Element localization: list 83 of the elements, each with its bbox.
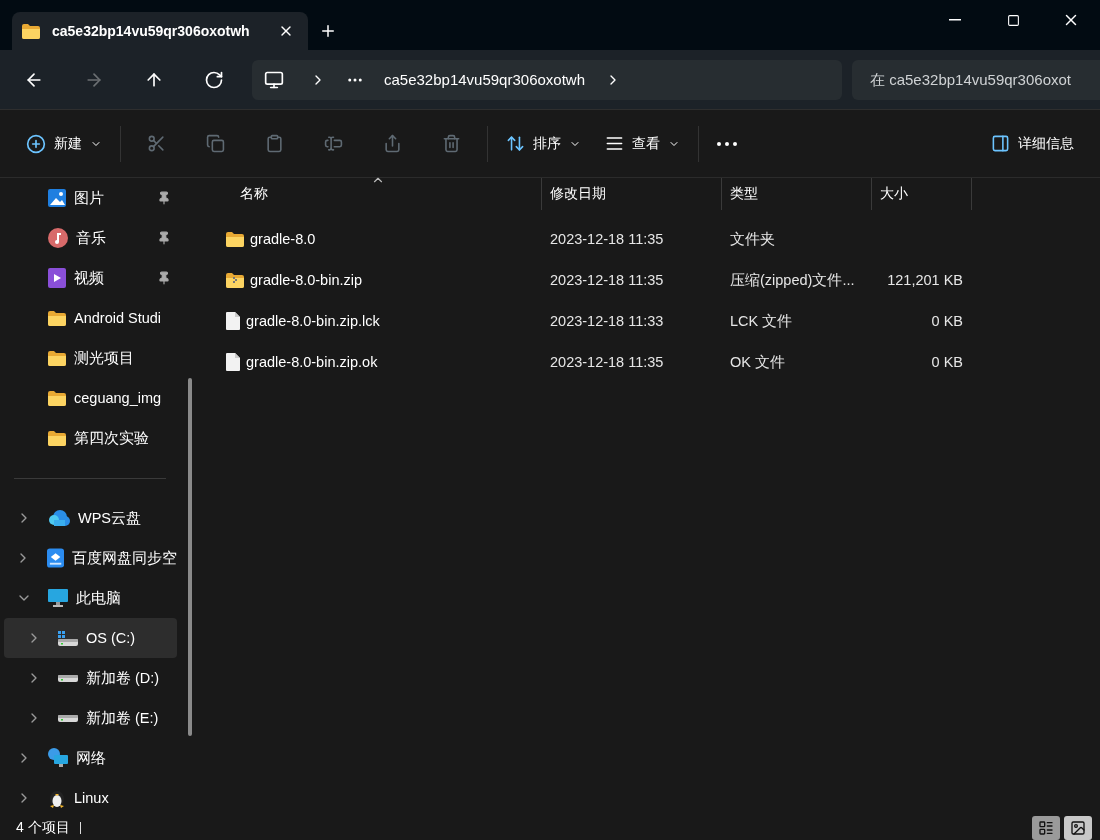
column-header[interactable]: 大小 (872, 178, 972, 210)
type-cell-text: 压缩(zipped)文件... (729, 270, 856, 290)
scissors-icon (147, 134, 166, 153)
system-drive-icon (58, 630, 78, 646)
details-button[interactable]: 详细信息 (979, 123, 1086, 164)
sort-icon (506, 134, 525, 153)
monitor-icon (264, 69, 284, 90)
file-name[interactable]: gradle-8.0-bin.zip.ok (246, 354, 378, 370)
sidebar-item[interactable]: 新加卷 (D:) (4, 658, 177, 698)
file-name[interactable]: gradle-8.0-bin.zip.lck (246, 313, 380, 329)
sidebar-item[interactable]: ceguang_img (4, 378, 177, 418)
file-name[interactable]: gradle-8.0 (250, 231, 316, 247)
column-header[interactable]: 类型 (722, 178, 872, 210)
details-view-button[interactable] (1032, 815, 1060, 840)
date-cell-text: 2023-12-18 11:35 (549, 354, 665, 370)
plus-circle-icon (26, 133, 46, 154)
folder-icon (48, 310, 66, 326)
plus-icon (319, 22, 337, 40)
penguin-icon (48, 788, 66, 808)
size-cell-text: 0 KB (930, 354, 964, 370)
tiles-view-button[interactable] (1064, 815, 1092, 840)
trash-icon (442, 134, 461, 153)
panel-icon (991, 134, 1010, 153)
network-icon (48, 748, 68, 768)
date-cell-text: 2023-12-18 11:35 (549, 231, 665, 247)
cloud-drive-icon (46, 548, 64, 568)
sidebar-item[interactable]: 图片 (4, 178, 177, 218)
maximize-icon (1006, 13, 1020, 27)
sidebar-item[interactable]: 此电脑 (4, 578, 177, 618)
minimize-icon (949, 19, 961, 21)
sort-button[interactable]: 排序 (494, 123, 593, 164)
sidebar-item[interactable]: WPS云盘 (4, 498, 177, 538)
rename-icon (324, 134, 343, 153)
sidebar-item[interactable]: 视频 (4, 258, 177, 298)
tab[interactable]: ca5e32bp14vu59qr306oxotwh (12, 12, 308, 50)
music-icon (48, 228, 68, 248)
sidebar-item[interactable]: 网络 (4, 738, 177, 778)
file-icon (226, 353, 240, 371)
size-cell-text: 121,201 KB (886, 272, 964, 288)
type-cell-text: 文件夹 (729, 229, 776, 249)
search-field[interactable]: 在 ca5e32bp14vu59qr306oxot (852, 59, 1100, 100)
item-count: 4 个项目 (16, 818, 70, 837)
more-icon (717, 141, 737, 146)
sidebar-item[interactable]: Linux (4, 778, 177, 815)
monitor-icon (48, 589, 68, 607)
drive-icon (58, 674, 78, 682)
share-icon (383, 134, 402, 153)
sidebar-item[interactable]: 测光项目 (4, 338, 177, 378)
scrollbar-thumb[interactable] (188, 378, 192, 736)
column-header[interactable]: 名称 (200, 178, 542, 210)
file-name[interactable]: gradle-8.0-bin.zip (250, 272, 363, 288)
refresh-icon (204, 69, 224, 90)
sidebar-item[interactable]: OS (C:) (4, 618, 177, 658)
folder-icon (22, 23, 40, 39)
type-cell-text: OK 文件 (729, 352, 786, 372)
sidebar-item[interactable]: 百度网盘同步空 (4, 538, 177, 578)
clipboard-icon (265, 134, 284, 153)
sidebar-item[interactable]: Android Studi (4, 298, 177, 338)
type-cell-text: LCK 文件 (729, 311, 794, 331)
folder-icon (48, 430, 66, 446)
size-cell-text: 0 KB (930, 313, 964, 329)
column-header[interactable]: 修改日期 (542, 178, 722, 210)
drive-icon (58, 714, 78, 722)
sidebar-item[interactable]: 新加卷 (E:) (4, 698, 177, 738)
sidebar-item[interactable]: 第四次实验 (4, 418, 177, 458)
address-bar[interactable]: ca5e32bp14vu59qr306oxotwh (252, 59, 842, 100)
new-button[interactable]: 新建 (14, 123, 114, 164)
folder-icon (48, 350, 66, 366)
list-icon (1038, 819, 1054, 836)
date-cell-text: 2023-12-18 11:33 (549, 313, 665, 329)
folder-icon (226, 231, 244, 247)
cloud-icon (48, 510, 70, 526)
date-cell-text: 2023-12-18 11:35 (549, 272, 665, 288)
picture-icon (48, 189, 66, 207)
copy-icon (206, 134, 225, 153)
video-icon (48, 268, 66, 288)
lines-icon (605, 134, 624, 153)
folder-icon (48, 390, 66, 406)
file-icon (226, 312, 240, 330)
image-icon (1070, 819, 1086, 836)
view-button[interactable]: 查看 (593, 123, 692, 164)
sidebar-item[interactable]: 音乐 (4, 218, 177, 258)
zipped-folder-icon (226, 272, 244, 288)
